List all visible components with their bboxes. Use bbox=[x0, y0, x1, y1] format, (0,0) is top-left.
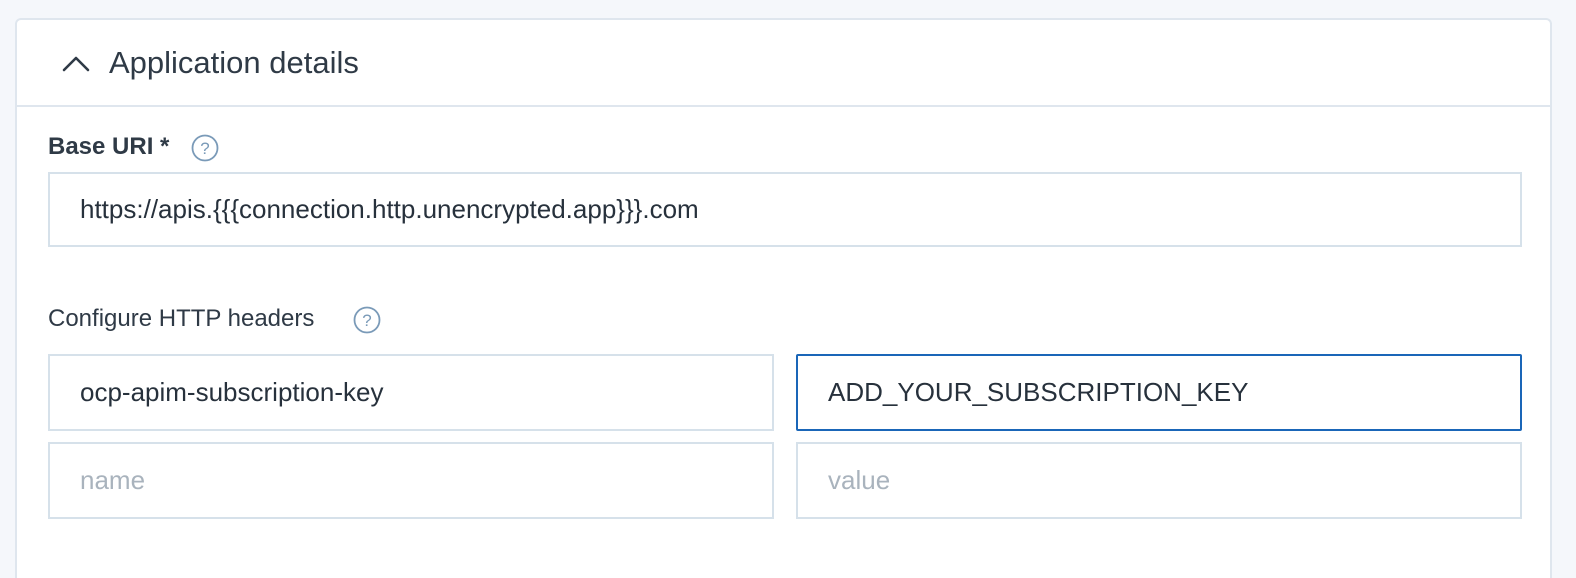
application-details-panel: Application details Base URI * ? Configu… bbox=[15, 18, 1552, 578]
http-headers-label: Configure HTTP headers bbox=[48, 305, 315, 332]
header-value-input[interactable] bbox=[796, 354, 1522, 431]
header-value-input-empty[interactable] bbox=[796, 442, 1522, 519]
header-name-input-empty[interactable] bbox=[48, 442, 774, 519]
header-name-input[interactable] bbox=[48, 354, 774, 431]
section-header-toggle[interactable]: Application details bbox=[17, 20, 1550, 107]
svg-text:?: ? bbox=[200, 139, 209, 158]
help-icon[interactable]: ? bbox=[353, 306, 381, 334]
base-uri-input[interactable] bbox=[48, 172, 1522, 247]
svg-text:?: ? bbox=[362, 311, 371, 330]
help-icon[interactable]: ? bbox=[191, 134, 219, 162]
chevron-up-icon[interactable] bbox=[61, 52, 91, 74]
section-title: Application details bbox=[109, 45, 359, 80]
base-uri-label: Base URI * bbox=[48, 133, 170, 160]
